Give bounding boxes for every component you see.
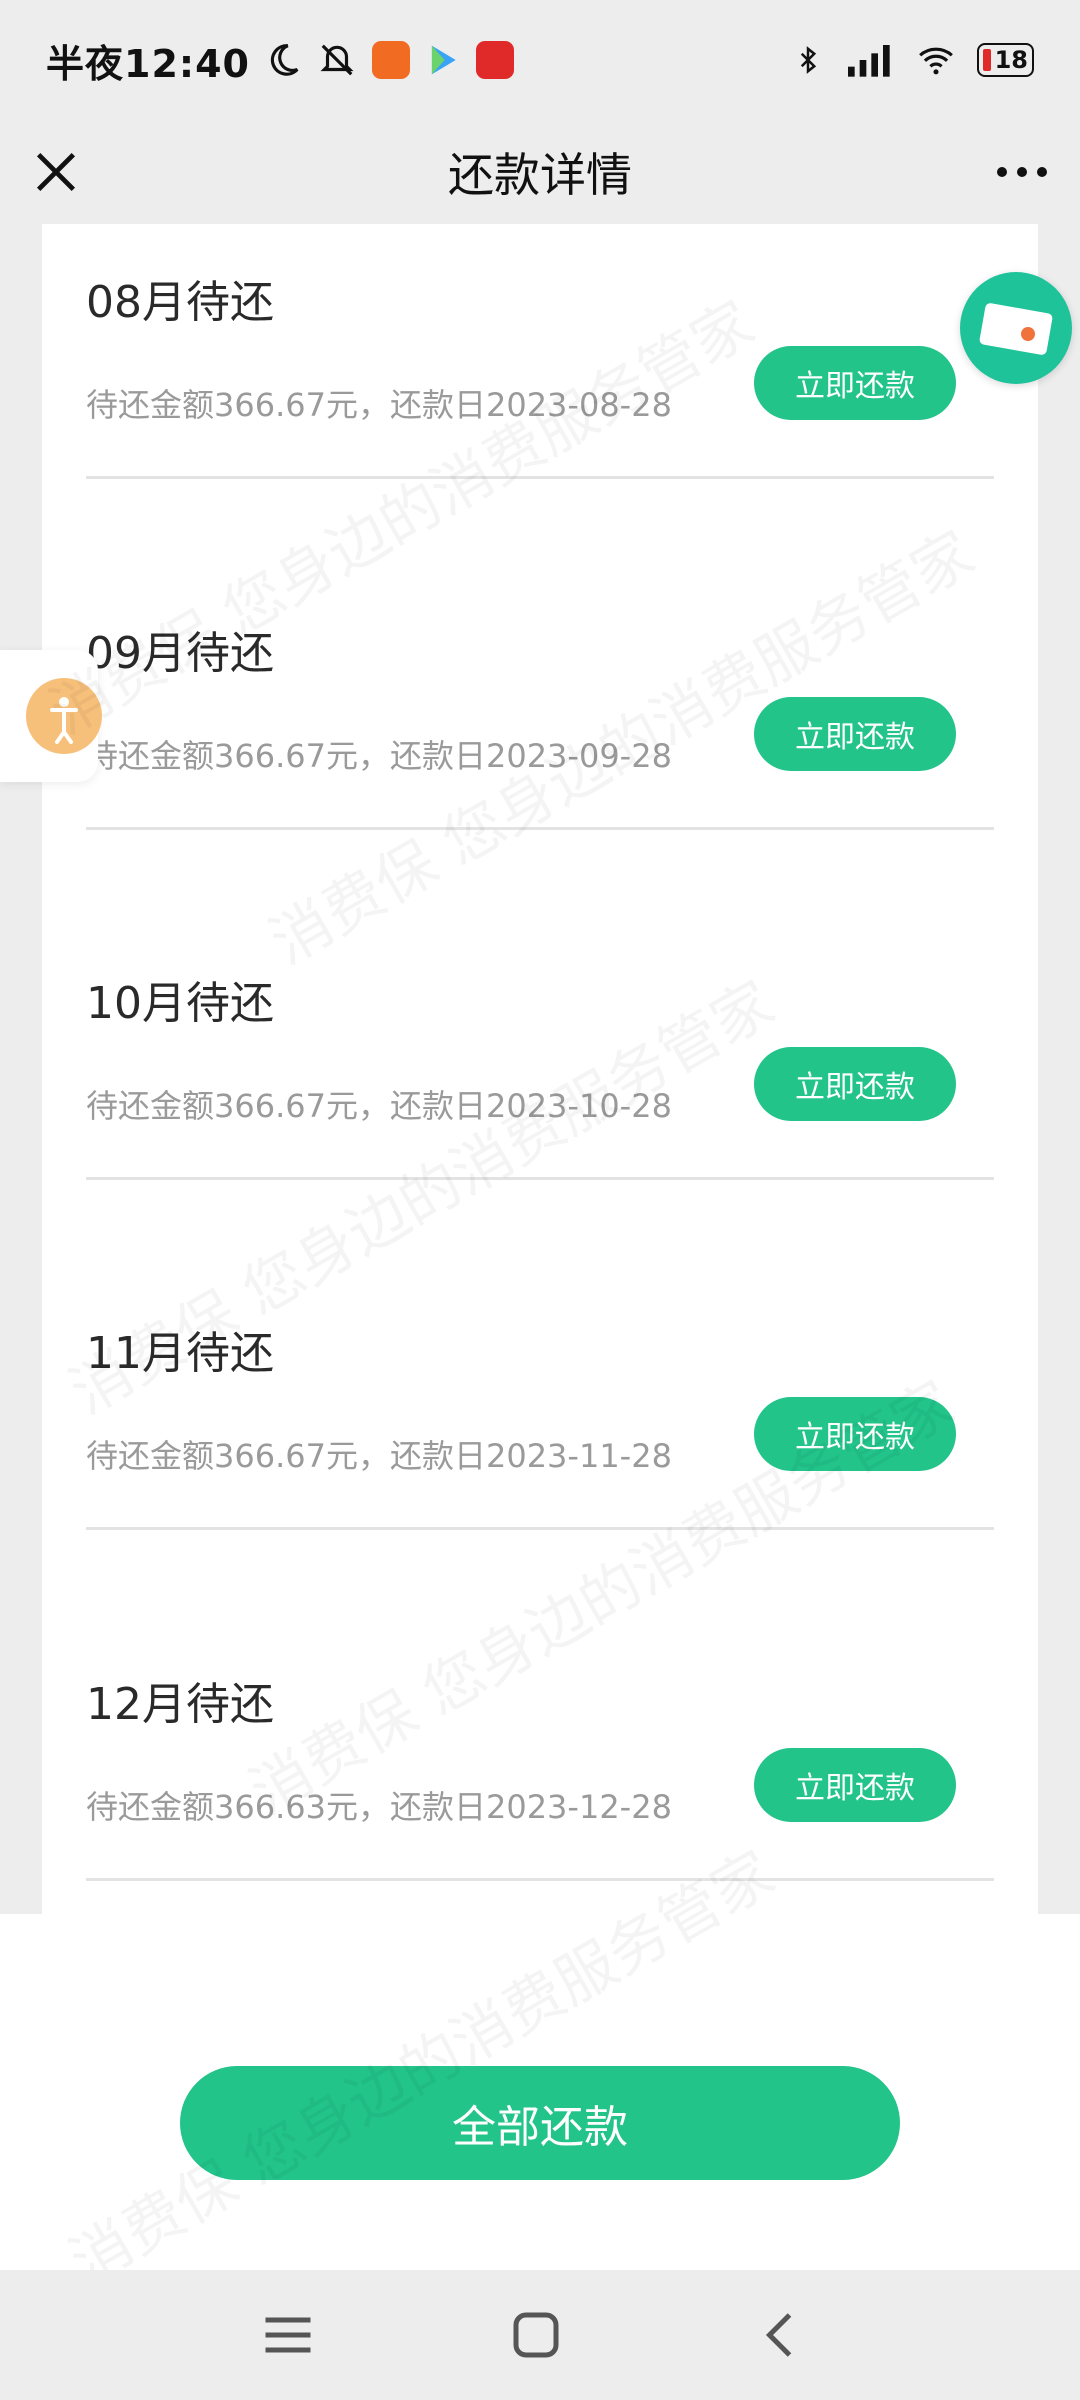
app-notification-icon-1 — [371, 41, 410, 79]
floating-promo-bubble[interactable] — [960, 272, 1072, 384]
play-store-icon — [431, 45, 456, 75]
signal-icon — [847, 45, 890, 77]
battery-indicator: 18 — [976, 43, 1034, 77]
installment-detail: 待还金额366.67元，还款日2023-08-28 — [86, 386, 672, 424]
installment-detail: 待还金额366.67元，还款日2023-09-28 — [86, 737, 672, 775]
envelope-icon — [979, 303, 1053, 355]
moon-icon — [270, 44, 299, 76]
pay-now-button[interactable]: 立即还款 — [754, 697, 956, 771]
installment-row: 11月待还 待还金额366.67元，还款日2023-11-28 立即还款 — [86, 1307, 994, 1657]
pay-now-button[interactable]: 立即还款 — [754, 1047, 956, 1121]
installment-title: 12月待还 — [86, 1679, 274, 1730]
installment-row: 10月待还 待还金额366.67元，还款日2023-10-28 立即还款 — [86, 957, 994, 1307]
back-icon[interactable] — [752, 2305, 812, 2365]
battery-text: 18 — [994, 46, 1028, 74]
installment-row: 09月待还 待还金额366.67元，还款日2023-09-28 立即还款 — [86, 607, 994, 957]
status-left: 半夜12:40 — [46, 33, 514, 88]
more-icon[interactable] — [994, 160, 1050, 184]
wifi-icon — [918, 47, 953, 75]
close-icon[interactable] — [30, 146, 82, 198]
status-time: 半夜12:40 — [46, 41, 250, 86]
system-nav-bar — [0, 2270, 1080, 2400]
pay-now-button[interactable]: 立即还款 — [754, 1397, 956, 1471]
pay-all-button[interactable]: 全部还款 — [180, 2066, 900, 2180]
pay-now-button[interactable]: 立即还款 — [754, 1748, 956, 1822]
status-bar: 半夜12:40 18 — [0, 0, 1080, 120]
row-divider — [86, 1177, 994, 1180]
installment-title: 11月待还 — [86, 1328, 274, 1379]
installment-title: 09月待还 — [86, 628, 274, 679]
menu-icon[interactable] — [258, 2305, 318, 2365]
installment-title: 10月待还 — [86, 978, 274, 1029]
battery-level-icon — [982, 49, 991, 71]
home-icon[interactable] — [506, 2305, 566, 2365]
do-not-disturb-icon — [320, 44, 354, 76]
nav-bar: 还款详情 — [0, 120, 1080, 224]
bluetooth-icon — [800, 46, 816, 74]
pay-now-button[interactable]: 立即还款 — [754, 346, 956, 420]
installment-list: 08月待还 待还金额366.67元，还款日2023-08-28 立即还款 09月… — [42, 224, 1038, 1914]
page-title: 还款详情 — [448, 148, 632, 202]
installment-detail: 待还金额366.67元，还款日2023-11-28 — [86, 1437, 672, 1475]
accessibility-icon — [26, 678, 102, 754]
installment-detail: 待还金额366.63元，还款日2023-12-28 — [86, 1788, 672, 1826]
installment-row: 08月待还 待还金额366.67元，还款日2023-08-28 立即还款 — [86, 256, 994, 606]
screen: 半夜12:40 18 还款详情 08月待还 待还金额366.67元，还款日202… — [0, 0, 1080, 2400]
row-divider — [86, 476, 994, 479]
accessibility-float[interactable] — [0, 650, 102, 782]
row-divider — [86, 1878, 994, 1881]
app-notification-icon-2 — [475, 41, 514, 79]
installment-detail: 待还金额366.67元，还款日2023-10-28 — [86, 1087, 672, 1125]
row-divider — [86, 827, 994, 830]
installment-title: 08月待还 — [86, 277, 274, 328]
row-divider — [86, 1527, 994, 1530]
status-right: 18 — [793, 40, 1034, 80]
